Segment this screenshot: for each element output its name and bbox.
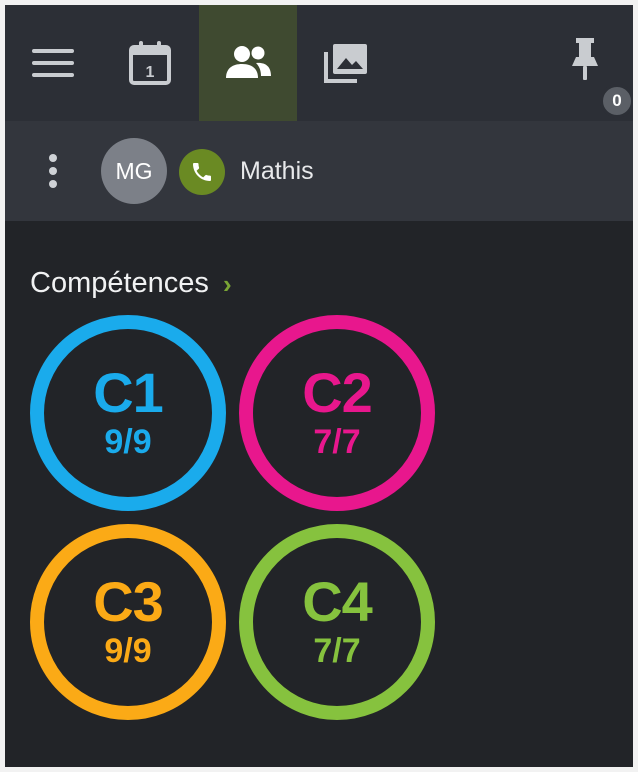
- competence-code: C1: [93, 361, 164, 424]
- call-button[interactable]: [179, 149, 225, 195]
- contact-bar: MG Mathis: [5, 121, 633, 221]
- pinned-count-badge: 0: [600, 84, 633, 118]
- more-vertical-icon-dot: [49, 180, 57, 188]
- competence-code: C4: [302, 570, 373, 633]
- competence-code: C3: [93, 570, 164, 633]
- people-icon: [226, 46, 271, 78]
- gallery-icon: [324, 44, 367, 83]
- competence-score: 7/7: [313, 632, 361, 670]
- competence-badge-c2[interactable]: C2 7/7: [239, 315, 435, 511]
- competence-code: C2: [302, 361, 373, 424]
- app-screen: 1 0 MG Mathis Compétences › C1 9/9 C2 7/…: [5, 5, 633, 767]
- calendar-day-number: 1: [146, 64, 155, 81]
- calendar-icon: 1: [129, 41, 171, 85]
- chevron-right-icon: ›: [222, 268, 232, 299]
- competence-badge-c4[interactable]: C4 7/7: [239, 524, 435, 720]
- contact-name[interactable]: Mathis: [240, 153, 314, 189]
- avatar[interactable]: MG: [101, 138, 167, 204]
- competence-badge-c3[interactable]: C3 9/9: [30, 524, 226, 720]
- more-vertical-icon-dot: [49, 167, 57, 175]
- phone-icon: [193, 163, 211, 181]
- pin-icon: [572, 38, 598, 80]
- competence-score: 9/9: [104, 632, 152, 670]
- menu-button[interactable]: [5, 5, 101, 121]
- gallery-tab[interactable]: [297, 5, 395, 121]
- competence-score: 9/9: [104, 423, 152, 461]
- competences-header[interactable]: Compétences ›: [30, 263, 232, 303]
- more-options-button[interactable]: [35, 147, 71, 195]
- section-title: Compétences: [30, 266, 209, 299]
- people-tab[interactable]: [199, 5, 297, 121]
- hamburger-menu-icon: [32, 49, 74, 77]
- pinned-button[interactable]: 0: [553, 5, 633, 121]
- top-toolbar: 1 0: [5, 5, 633, 121]
- competence-badge-c1[interactable]: C1 9/9: [30, 315, 226, 511]
- more-vertical-icon-dot: [49, 154, 57, 162]
- calendar-tab[interactable]: 1: [101, 5, 199, 121]
- competence-score: 7/7: [313, 423, 361, 461]
